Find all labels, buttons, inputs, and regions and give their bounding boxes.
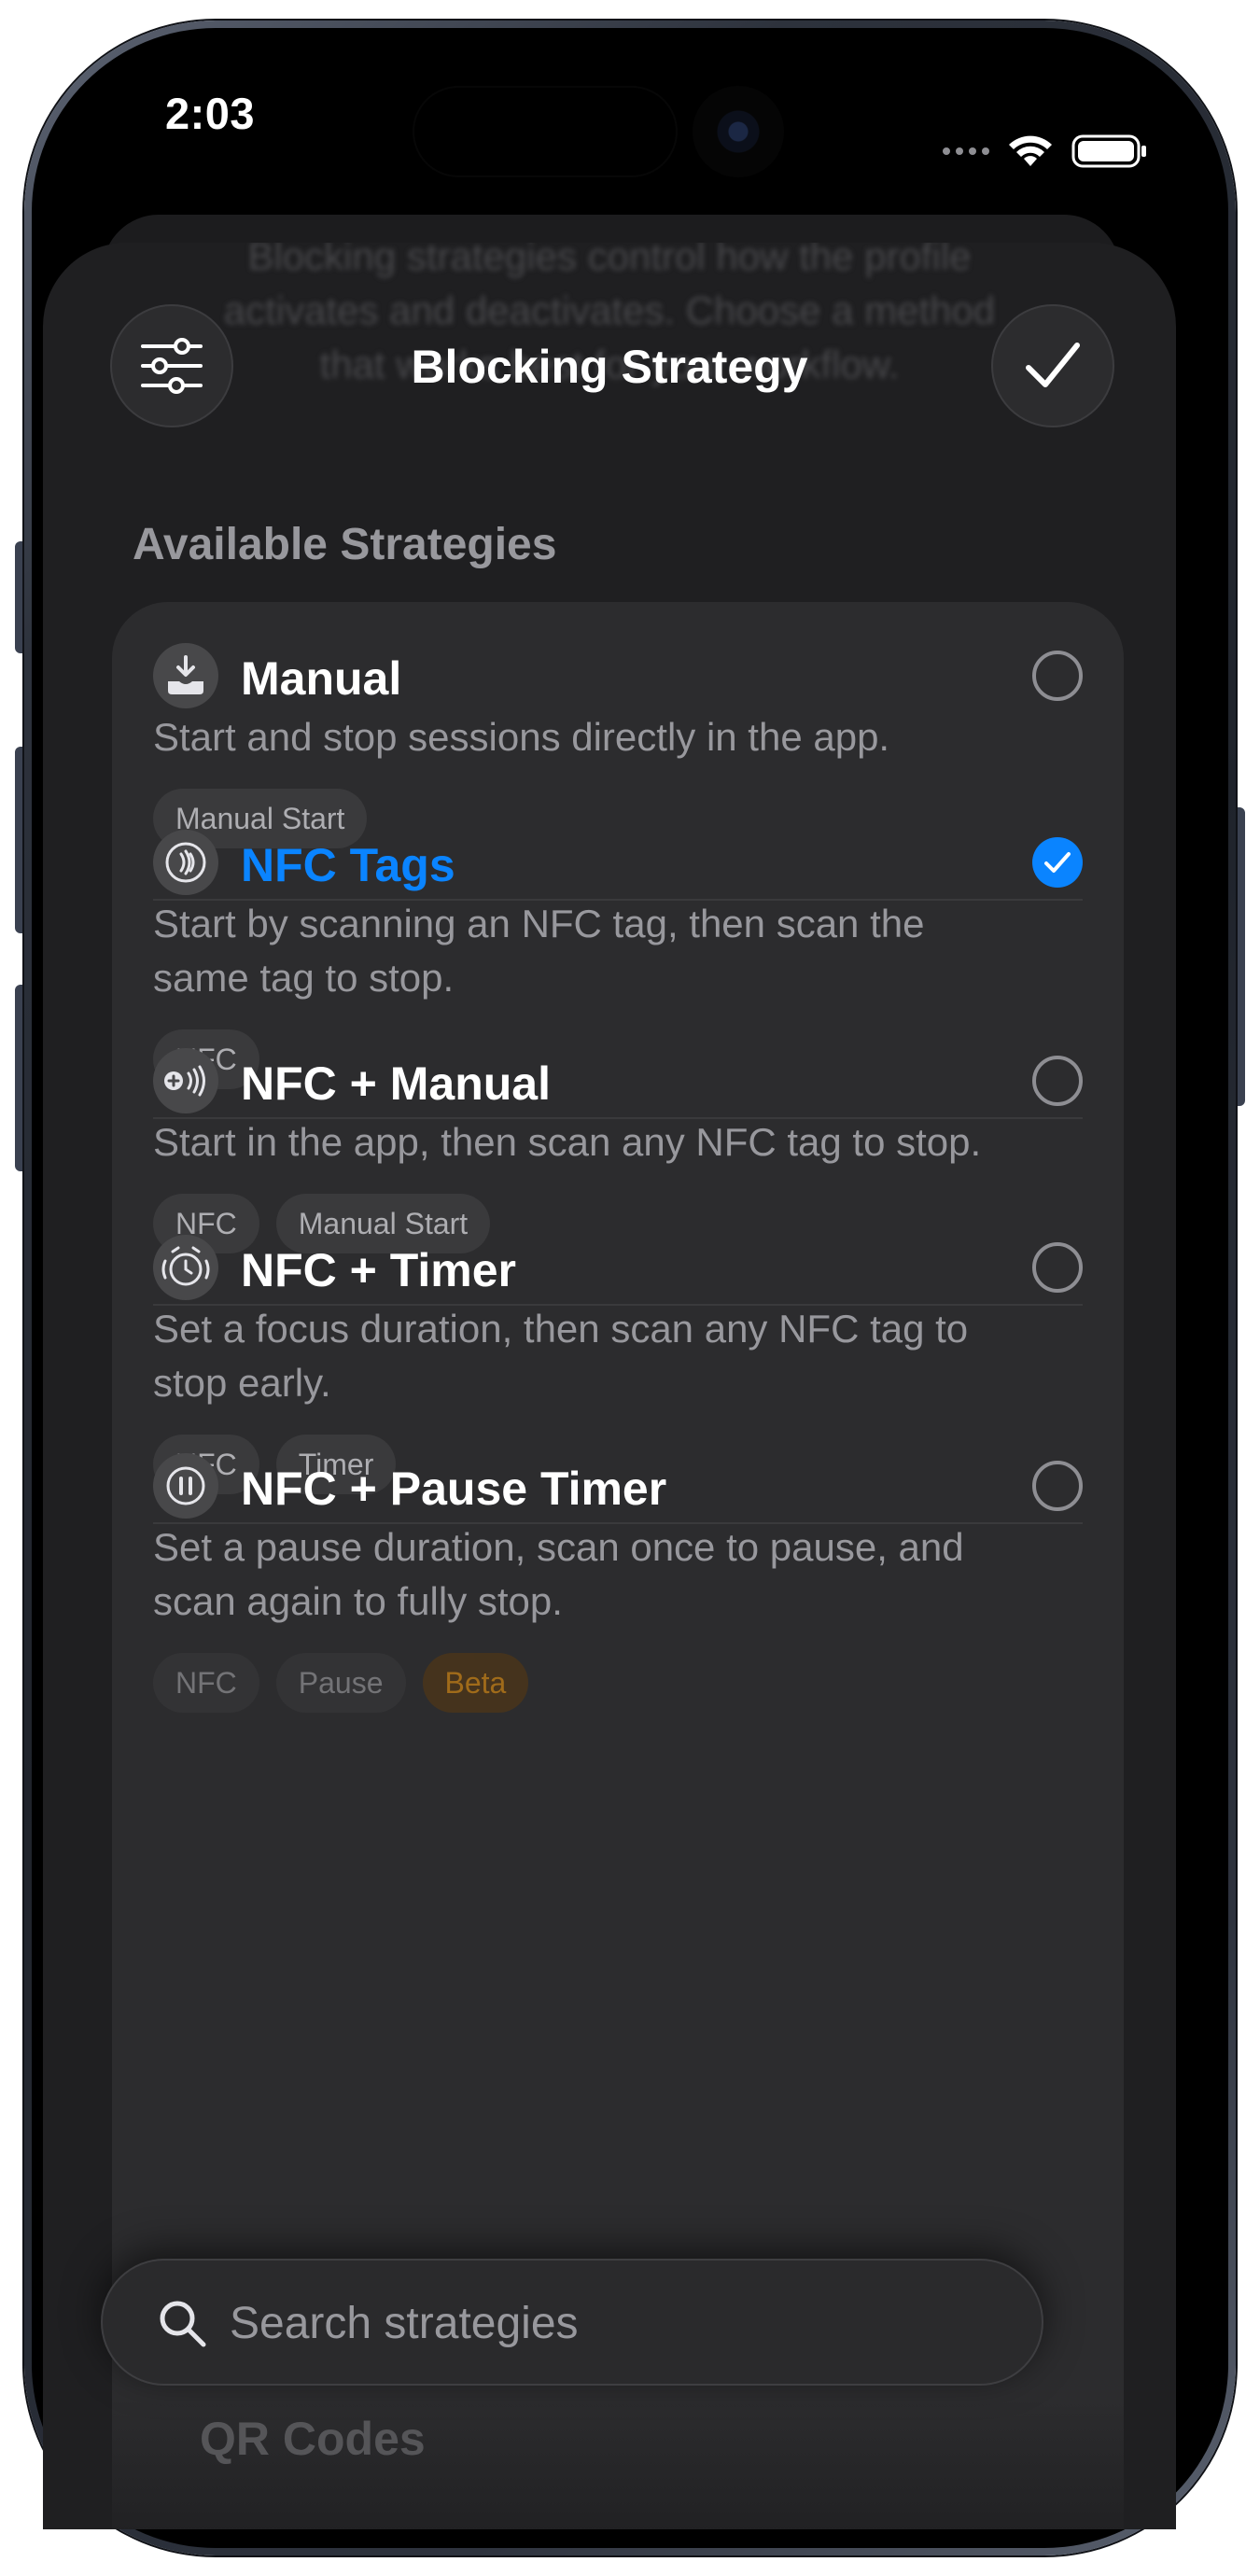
camera-lens — [693, 86, 784, 177]
strategy-title: NFC Tags — [241, 839, 455, 891]
strategy-title: NFC + Pause Timer — [241, 1463, 667, 1515]
manual-download-icon — [153, 643, 218, 708]
wifi-icon — [1009, 135, 1052, 166]
beta-tag: Beta — [422, 1653, 529, 1713]
strategy-description: Start and stop sessions directly in the … — [153, 715, 890, 759]
strategy-title: Manual — [241, 652, 402, 705]
section-header: Available Strategies — [133, 520, 557, 569]
search-input[interactable]: Search strategies — [230, 2298, 579, 2349]
radio-selected[interactable] — [1032, 837, 1083, 888]
radio-unselected[interactable] — [1032, 1056, 1083, 1106]
dynamic-island — [413, 86, 678, 177]
strategy-description: Set a pause duration, scan once to pause… — [153, 1525, 964, 1623]
search-field[interactable]: Search strategies — [101, 2259, 1043, 2386]
strategy-description: Start by scanning an NFC tag, then scan … — [153, 902, 925, 1000]
blocking-strategy-sheet: Blocking strategies control how the prof… — [43, 243, 1176, 2529]
battery-icon — [1071, 134, 1146, 168]
check-icon — [1044, 852, 1071, 873]
nfc-plus-icon — [153, 1048, 218, 1113]
checkmark-icon — [1026, 343, 1080, 387]
strategy-description: Set a focus duration, then scan any NFC … — [153, 1307, 969, 1405]
strategy-row-nfc-pause-timer[interactable]: NFC + Pause Timer Set a pause duration, … — [153, 1453, 1083, 1761]
radio-unselected[interactable] — [1032, 1461, 1083, 1511]
strategy-tags: NFC Pause Beta — [153, 1653, 529, 1713]
strategies-list: Manual Start and stop sessions directly … — [112, 602, 1124, 2529]
strategy-description: Start in the app, then scan any NFC tag … — [153, 1120, 982, 1164]
search-icon — [160, 2301, 206, 2347]
strategy-title: NFC + Timer — [241, 1244, 516, 1296]
radio-unselected[interactable] — [1032, 651, 1083, 701]
cellular-signal-icon — [943, 147, 989, 155]
nfc-waves-icon — [153, 830, 218, 895]
tag: NFC — [153, 1653, 259, 1713]
done-button[interactable] — [991, 304, 1114, 427]
tag: Pause — [275, 1653, 406, 1713]
strategy-row-qr-codes[interactable]: QR Codes — [200, 2412, 426, 2466]
strategy-title: NFC + Manual — [241, 1057, 551, 1110]
alarm-clock-icon — [153, 1235, 218, 1300]
status-icons — [943, 133, 1148, 170]
radio-unselected[interactable] — [1032, 1242, 1083, 1293]
pause-circle-icon — [153, 1453, 218, 1519]
status-time: 2:03 — [164, 89, 256, 138]
